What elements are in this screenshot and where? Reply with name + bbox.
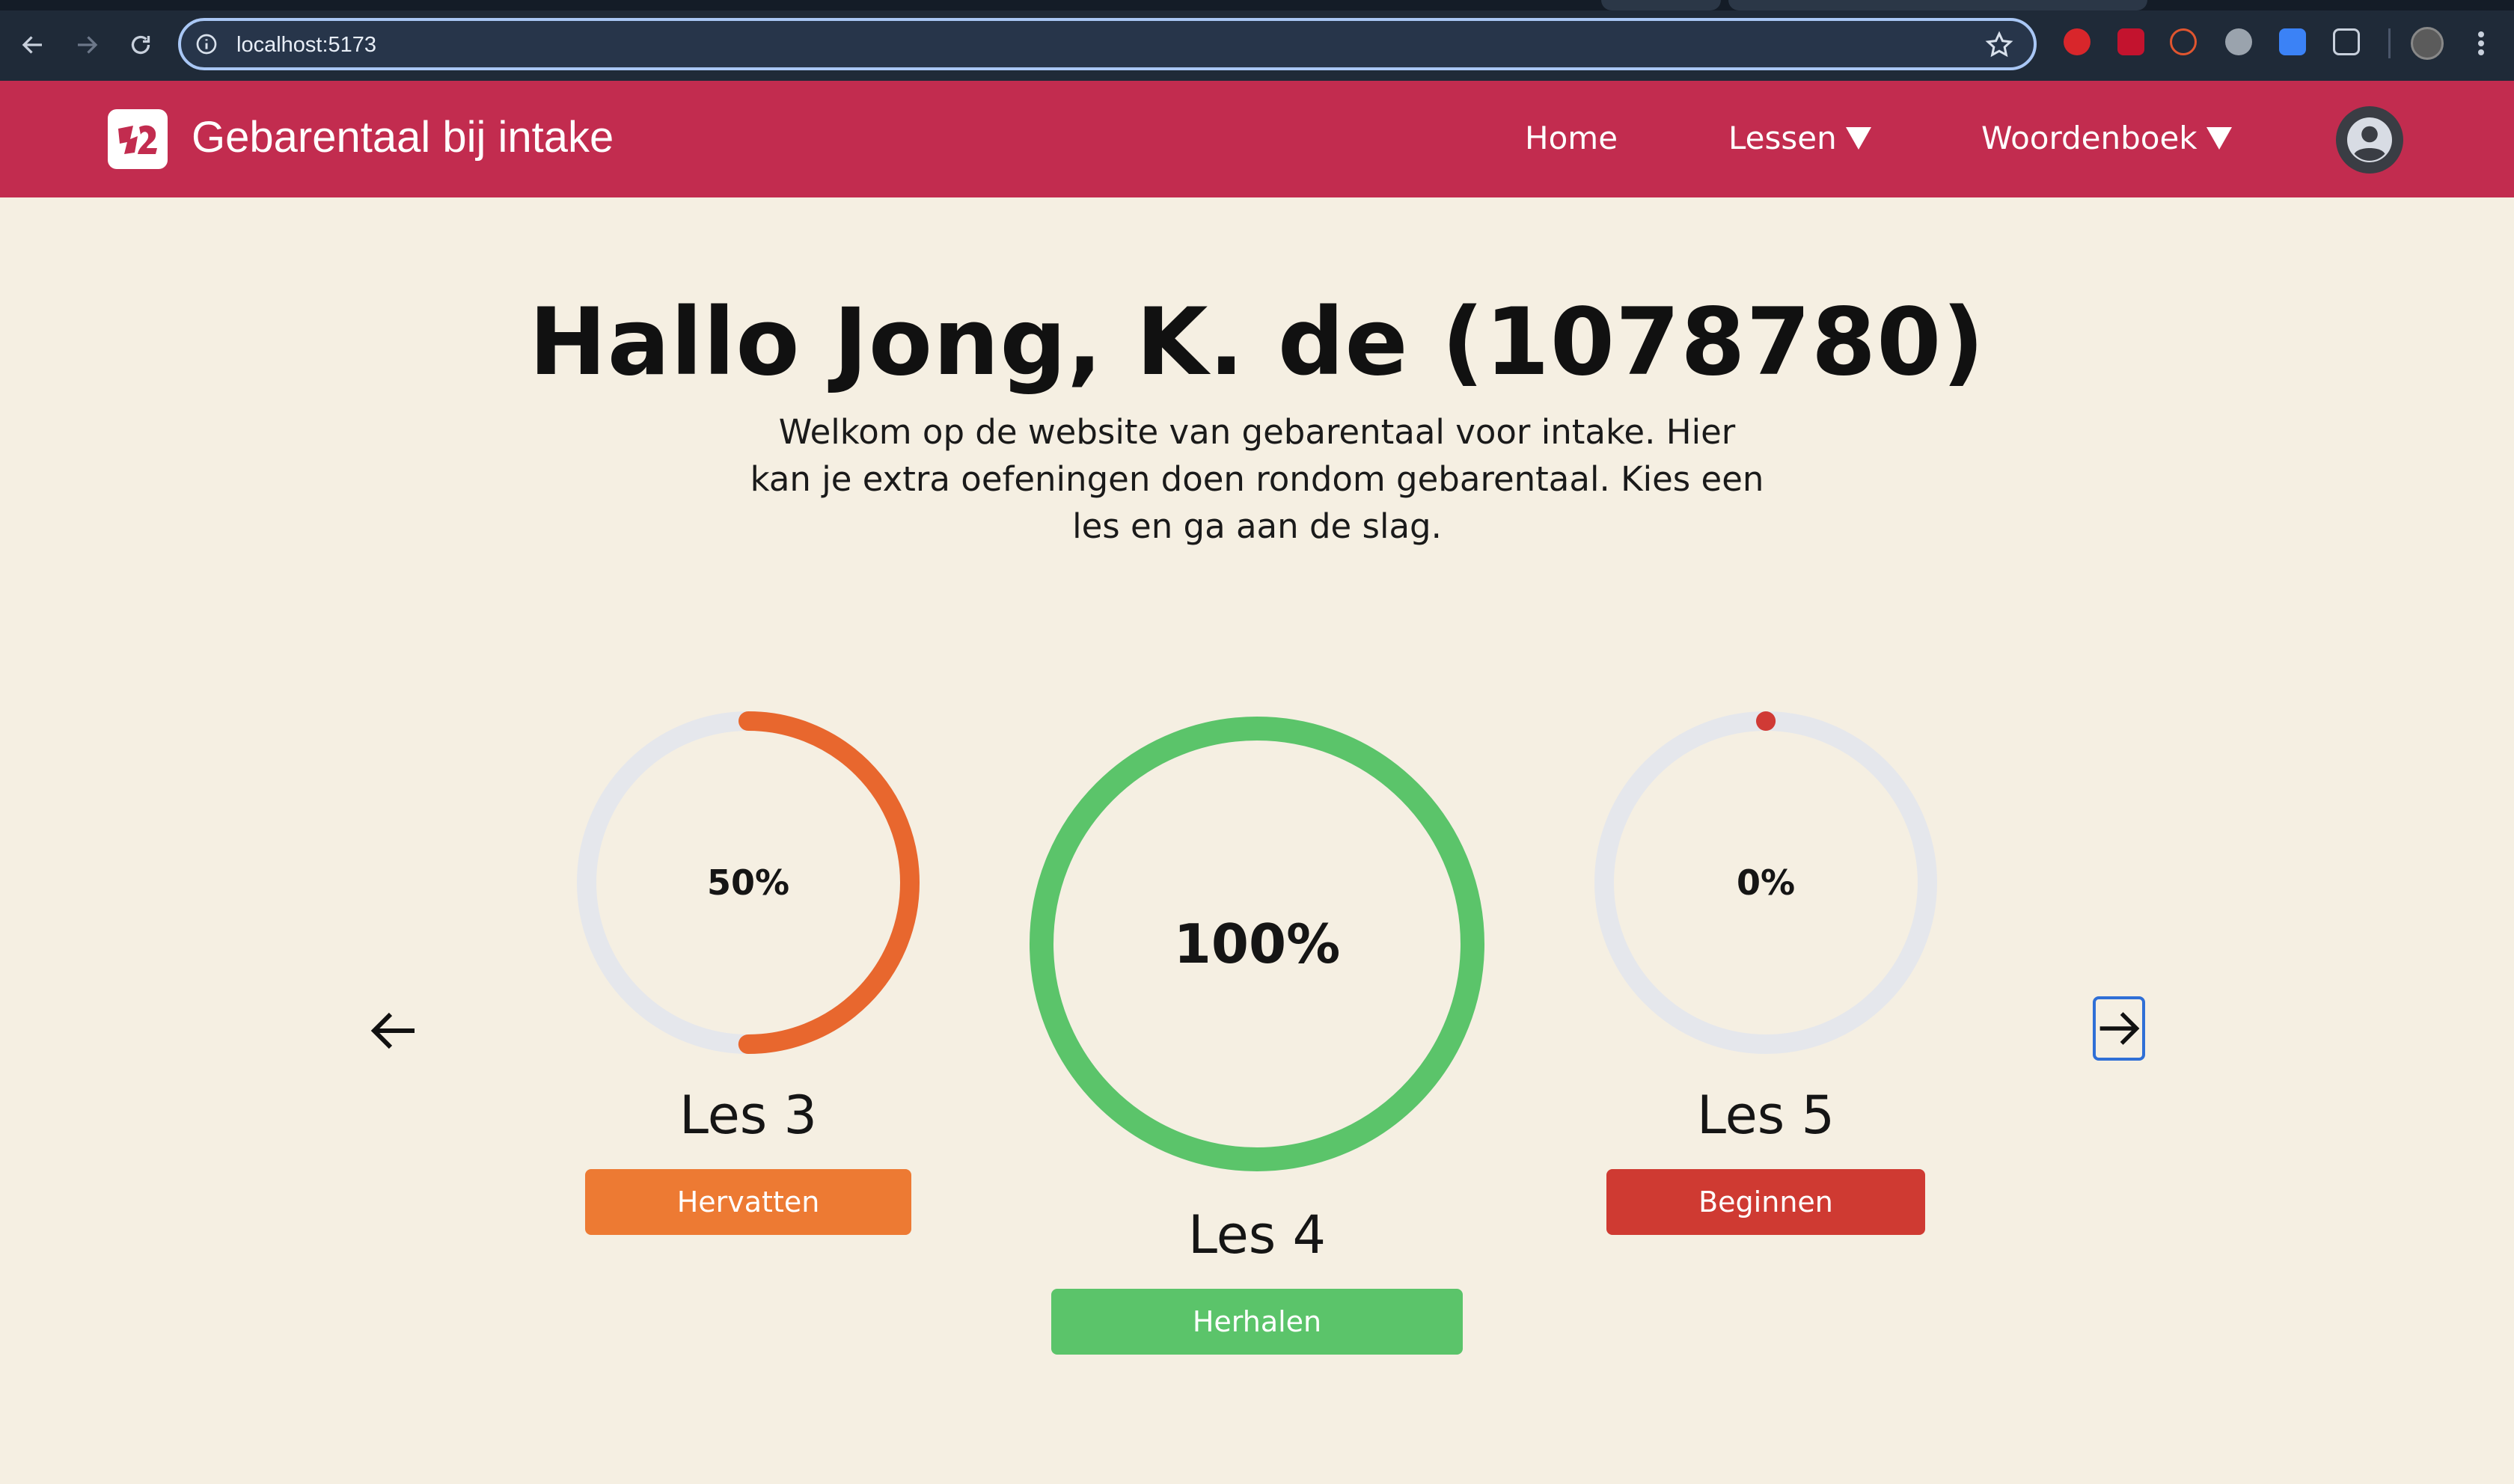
progress-label: 100%: [1173, 913, 1341, 975]
resume-button[interactable]: Hervatten: [585, 1169, 911, 1235]
nav-woordenboek-dropdown[interactable]: Woordenboek: [1981, 120, 2232, 156]
app-header: Gebarentaal bij intake Home Lessen Woord…: [0, 81, 2514, 197]
forward-button[interactable]: [64, 22, 109, 67]
menu-icon[interactable]: [2466, 27, 2496, 60]
progress-ring-les-4: 100%: [1027, 714, 1487, 1174]
nav-home[interactable]: Home: [1525, 120, 1618, 156]
page-title: Hallo Jong, K. de (1078780): [528, 289, 1986, 396]
profile-icon[interactable]: [2411, 27, 2444, 60]
progress-label: 0%: [1736, 862, 1796, 903]
extension-icon[interactable]: [2064, 28, 2091, 55]
user-icon: [2347, 117, 2392, 162]
brand-title[interactable]: Gebarentaal bij intake: [192, 112, 614, 162]
back-icon: [22, 36, 42, 54]
arrow-left-icon: [370, 1012, 415, 1049]
logo-icon: [118, 125, 157, 154]
carousel-prev-button[interactable]: [362, 999, 425, 1062]
progress-ring-les-5: 0%: [1594, 711, 1938, 1055]
nav-lessen-dropdown[interactable]: Lessen: [1728, 120, 1871, 156]
progress-label: 50%: [706, 862, 790, 903]
browser-chrome: localhost:5173: [0, 0, 2514, 81]
reload-button[interactable]: [118, 22, 163, 67]
account-button[interactable]: [2336, 106, 2403, 174]
extension-icon[interactable]: [2117, 28, 2144, 55]
puzzle-icon[interactable]: [2333, 28, 2360, 55]
toolbar-separator: [2388, 28, 2391, 58]
caret-down-icon: [2206, 126, 2232, 150]
extension-icon[interactable]: [2225, 28, 2252, 55]
intro-text: Welkom op de website van gebarentaal voo…: [750, 412, 1764, 546]
lesson-title: Les 3: [679, 1085, 818, 1146]
reload-icon: [131, 35, 150, 55]
tab[interactable]: [1601, 0, 1721, 10]
lesson-title: Les 5: [1696, 1085, 1835, 1146]
star-icon[interactable]: [1984, 30, 2014, 60]
arrow-right-icon: [2099, 1012, 2140, 1045]
progress-ring-les-3: 50%: [576, 711, 920, 1055]
logo[interactable]: [108, 109, 168, 169]
caret-down-icon: [1845, 126, 1871, 150]
nav-home-label: Home: [1525, 120, 1618, 156]
extension-icon[interactable]: [2279, 28, 2306, 55]
lesson-title: Les 4: [1187, 1204, 1327, 1266]
nav-woordenboek-label: Woordenboek: [1981, 120, 2198, 156]
url-text[interactable]: localhost:5173: [236, 33, 376, 58]
tab[interactable]: [1728, 0, 2147, 10]
start-button[interactable]: Beginnen: [1606, 1169, 1925, 1235]
info-icon[interactable]: [195, 32, 218, 56]
back-button[interactable]: [10, 22, 55, 67]
nav-lessen-label: Lessen: [1728, 120, 1837, 156]
repeat-button[interactable]: Herhalen: [1051, 1289, 1463, 1355]
carousel-next-button[interactable]: [2093, 996, 2145, 1061]
extension-icon[interactable]: [2170, 28, 2197, 55]
address-bar[interactable]: localhost:5173: [178, 18, 2037, 70]
forward-icon: [78, 36, 98, 54]
